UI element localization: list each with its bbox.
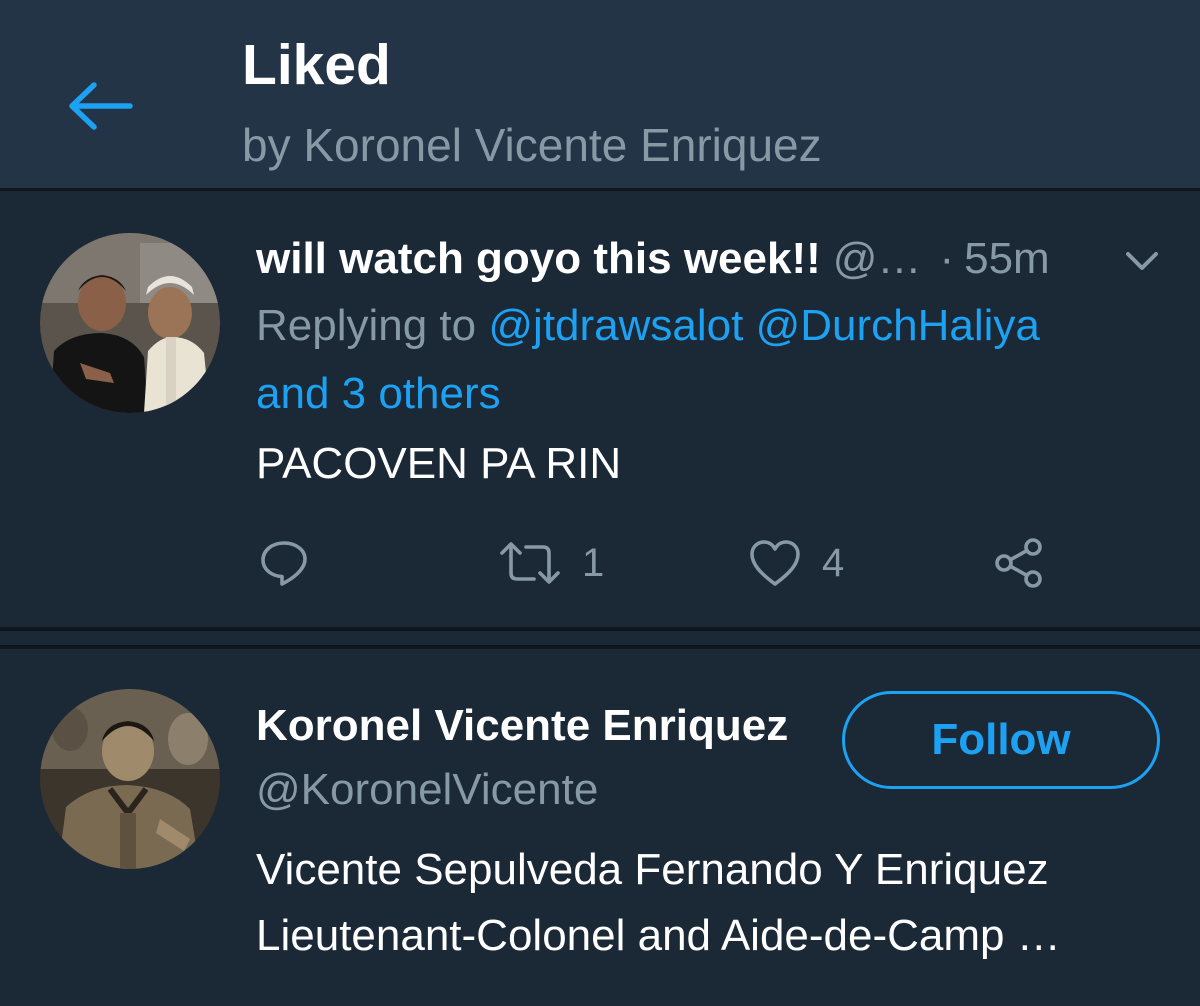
user-name[interactable]: Koronel Vicente Enriquez	[256, 701, 788, 751]
page-subtitle: by Koronel Vicente Enriquez	[242, 119, 822, 171]
retweet-icon	[500, 542, 560, 584]
user-avatar[interactable]	[40, 689, 220, 869]
tweet-author-avatar[interactable]	[40, 233, 220, 413]
retweet-button[interactable]: 1	[498, 535, 604, 591]
share-icon	[995, 538, 1042, 588]
user-card[interactable]: Koronel Vicente Enriquez @KoronelVicente…	[0, 649, 1200, 1006]
retweet-count: 1	[582, 540, 605, 585]
like-button[interactable]: 4	[748, 535, 844, 591]
follow-button[interactable]: Follow	[842, 691, 1160, 789]
section-divider	[0, 627, 1200, 649]
user-bio-line: Vicente Sepulveda Fernando Y Enriquez	[256, 845, 1049, 894]
back-button[interactable]	[62, 68, 138, 144]
tweet-author-name[interactable]: will watch goyo this week!!	[256, 234, 821, 284]
meta-separator: ·	[939, 234, 955, 283]
replying-prefix: Replying to	[256, 301, 477, 350]
mention-link[interactable]: @DurchHaliya	[756, 301, 1040, 350]
mention-link[interactable]: @jtdrawsalot	[488, 301, 743, 350]
reply-icon	[261, 541, 307, 586]
page-title: Liked	[242, 33, 391, 97]
others-link[interactable]: and 3 others	[256, 369, 501, 418]
heart-icon	[750, 540, 800, 586]
replying-to: Replying to @jtdrawsalot @DurchHaliya	[256, 301, 1040, 351]
like-count: 4	[822, 540, 845, 585]
tweet-card[interactable]: will watch goyo this week!! @… · 55m Rep…	[0, 191, 1200, 627]
tweet-text: PACOVEN PA RIN	[256, 439, 622, 488]
top-bar: Liked by Koronel Vicente Enriquez	[0, 0, 1200, 190]
user-bio-line: Lieutenant-Colonel and Aide-de-Camp …	[256, 911, 1061, 960]
user-handle[interactable]: @KoronelVicente	[256, 765, 598, 815]
tweet-header: will watch goyo this week!! @… · 55m	[256, 229, 1050, 289]
arrow-left-icon	[69, 82, 133, 130]
chevron-down-icon	[1126, 252, 1158, 270]
reply-button[interactable]	[258, 535, 310, 591]
tweet-menu-button[interactable]	[1120, 243, 1164, 279]
tweet-author-handle[interactable]: @…	[833, 234, 922, 284]
tweet-timestamp[interactable]: 55m	[964, 234, 1050, 284]
share-button[interactable]	[992, 535, 1046, 591]
